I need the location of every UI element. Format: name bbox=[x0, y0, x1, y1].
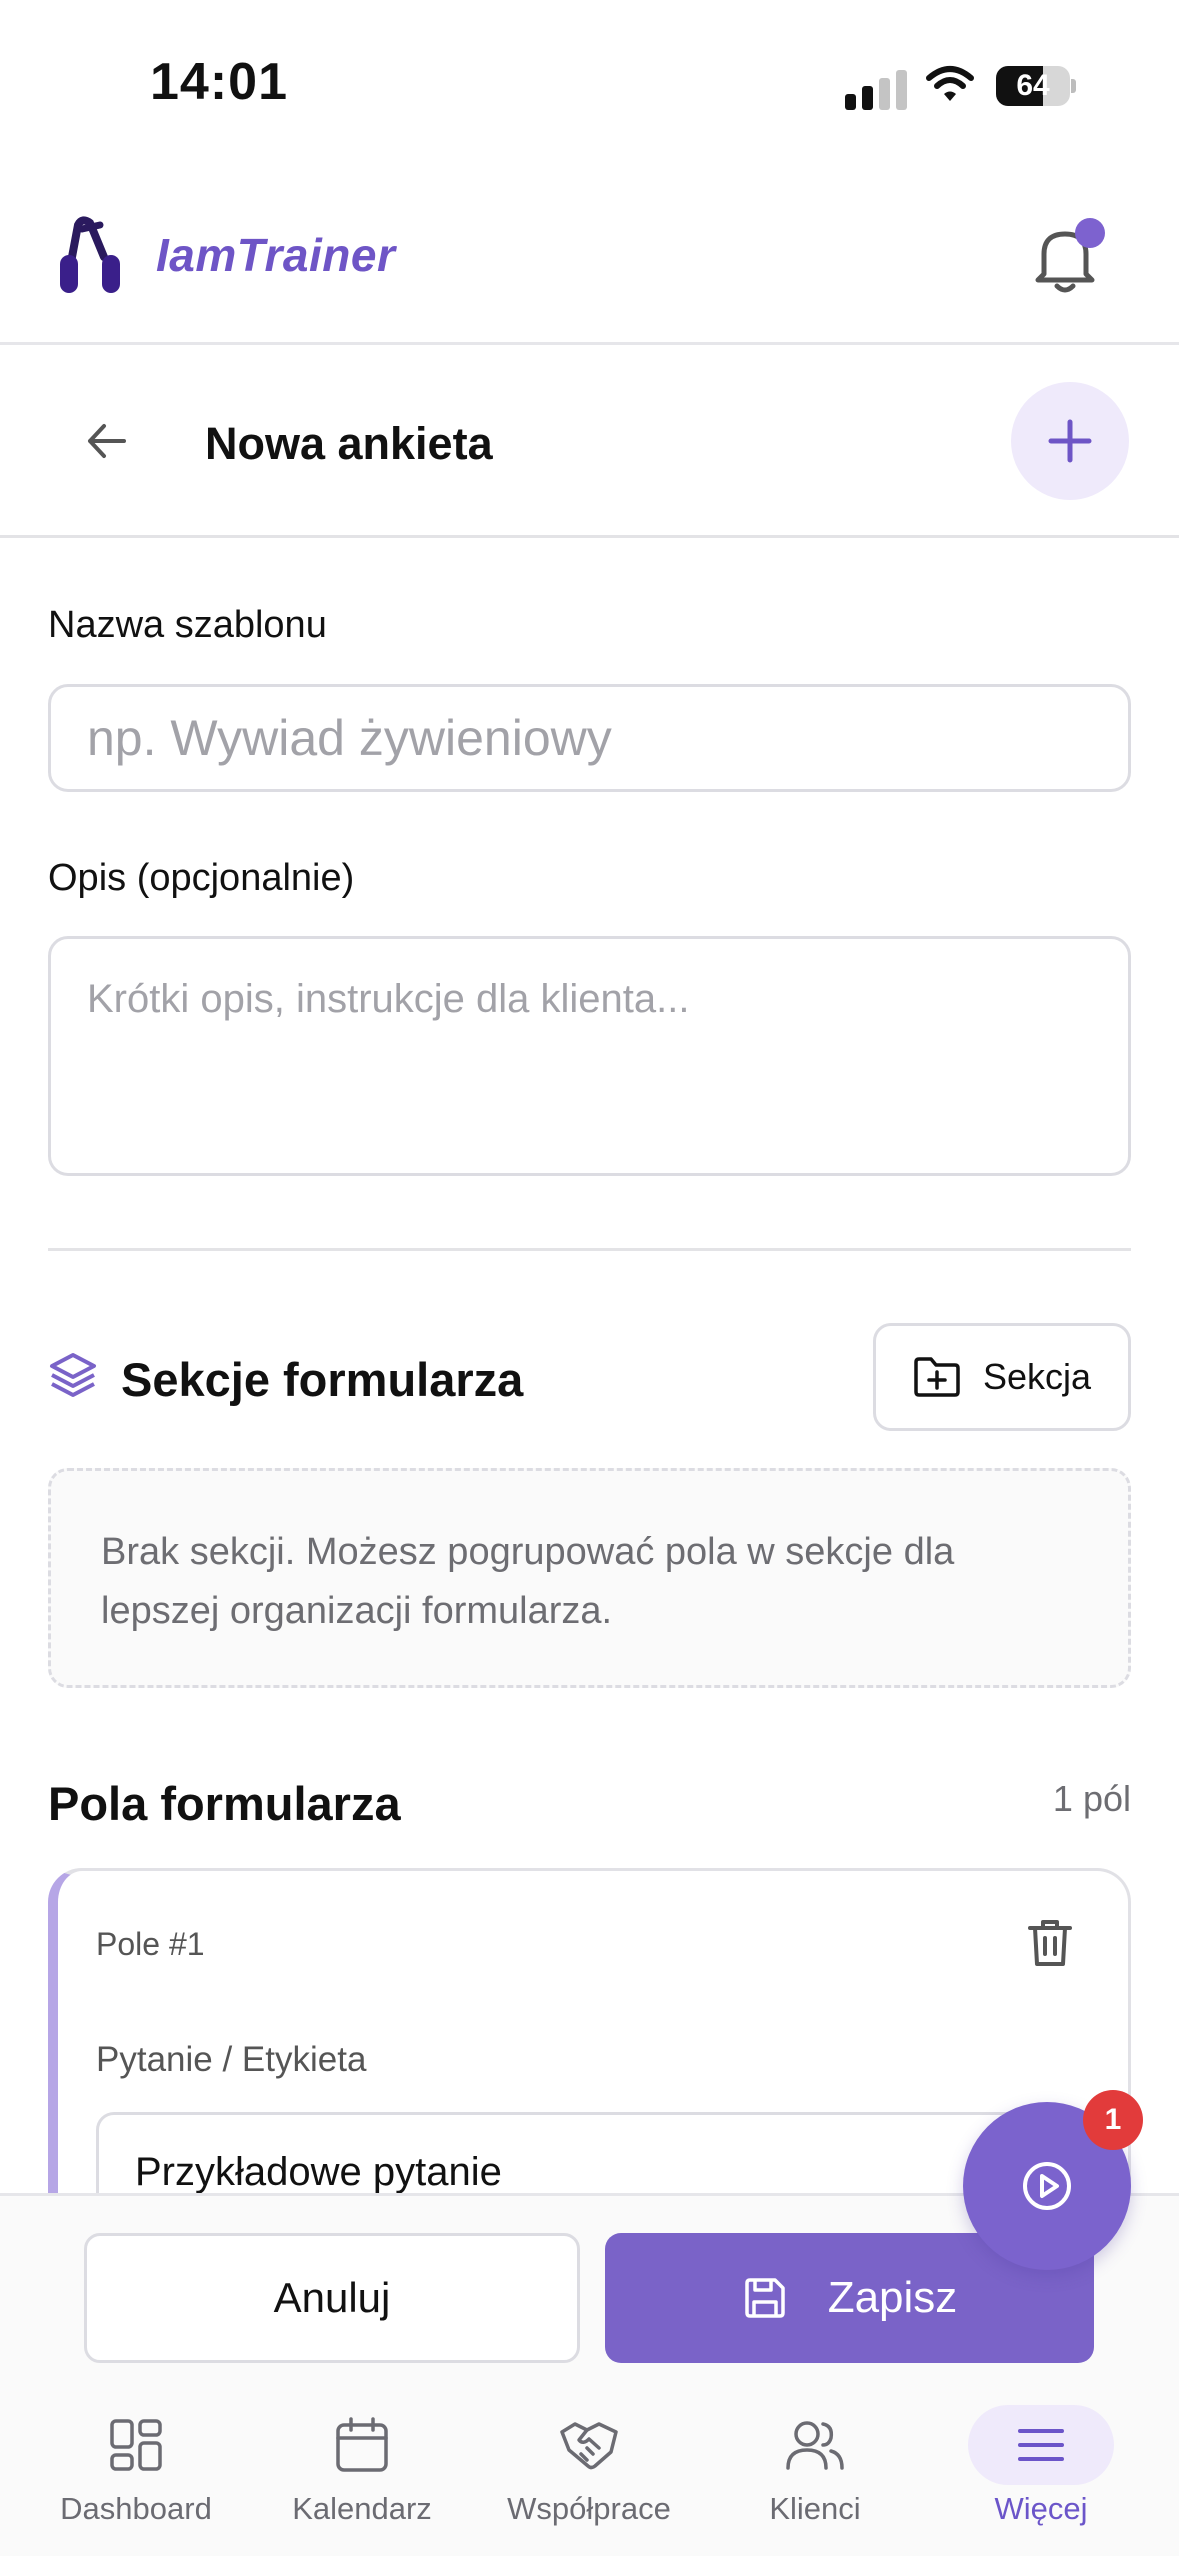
question-label: Pytanie / Etykieta bbox=[96, 2040, 367, 2079]
add-section-button[interactable]: Sekcja bbox=[873, 1323, 1131, 1431]
dashboard-icon bbox=[110, 2419, 162, 2471]
back-button[interactable] bbox=[84, 418, 130, 469]
field-number: Pole #1 bbox=[96, 1926, 205, 1962]
tab-label: Kalendarz bbox=[292, 2491, 432, 2526]
form-divider bbox=[48, 1248, 1131, 1251]
fields-count: 1 pól bbox=[1052, 1778, 1131, 1819]
page-title: Nowa ankieta bbox=[205, 418, 493, 469]
tab-wspolprace[interactable]: Współprace bbox=[471, 2391, 707, 2556]
status-time: 14:01 bbox=[150, 53, 288, 111]
save-label: Zapisz bbox=[827, 2273, 958, 2322]
trash-icon bbox=[1028, 1920, 1072, 1966]
title-divider bbox=[0, 535, 1179, 538]
users-icon bbox=[786, 2421, 844, 2470]
add-button[interactable] bbox=[1011, 382, 1129, 500]
name-label: Nazwa szablonu bbox=[48, 604, 327, 646]
notification-dot bbox=[1075, 218, 1105, 248]
plus-icon bbox=[1048, 419, 1092, 463]
tab-dashboard[interactable]: Dashboard bbox=[18, 2391, 254, 2556]
cancel-button[interactable]: Anuluj bbox=[84, 2233, 580, 2363]
fields-title: Pola formularza bbox=[48, 1777, 401, 1830]
tab-kalendarz[interactable]: Kalendarz bbox=[244, 2391, 480, 2556]
delete-field-button[interactable] bbox=[1026, 1918, 1074, 1973]
description-textarea[interactable] bbox=[48, 936, 1131, 1176]
sections-empty-state: Brak sekcji. Możesz pogrupować pola w se… bbox=[48, 1468, 1131, 1688]
handshake-icon bbox=[560, 2422, 618, 2470]
tab-klienci[interactable]: Klienci bbox=[697, 2391, 933, 2556]
tab-wiecej[interactable]: Więcej bbox=[923, 2391, 1159, 2556]
save-icon bbox=[744, 2278, 785, 2318]
tab-label: Klienci bbox=[769, 2491, 861, 2526]
wifi-icon bbox=[925, 64, 975, 109]
tab-label: Więcej bbox=[994, 2491, 1088, 2526]
tab-label: Współprace bbox=[507, 2491, 671, 2526]
play-circle-icon bbox=[1023, 2162, 1071, 2210]
template-name-input[interactable] bbox=[48, 684, 1131, 792]
cellular-signal-icon bbox=[845, 70, 907, 110]
battery-level: 64 bbox=[1016, 69, 1050, 102]
layers-icon bbox=[48, 1350, 98, 1405]
tab-label: Dashboard bbox=[60, 2491, 212, 2526]
menu-icon bbox=[1018, 2429, 1064, 2461]
description-label: Opis (opcjonalnie) bbox=[48, 857, 355, 899]
arrow-left-icon bbox=[88, 424, 126, 458]
sections-title: Sekcje formularza bbox=[121, 1353, 524, 1406]
battery-icon: 64 bbox=[996, 66, 1076, 106]
fab-badge: 1 bbox=[1083, 2090, 1143, 2150]
add-section-label: Sekcja bbox=[982, 1356, 1092, 1397]
logo-icon bbox=[52, 215, 130, 300]
brand-name: IamTrainer bbox=[156, 229, 396, 281]
header-divider bbox=[0, 342, 1179, 345]
calendar-icon bbox=[336, 2417, 388, 2472]
folder-plus-icon bbox=[914, 1357, 960, 1397]
